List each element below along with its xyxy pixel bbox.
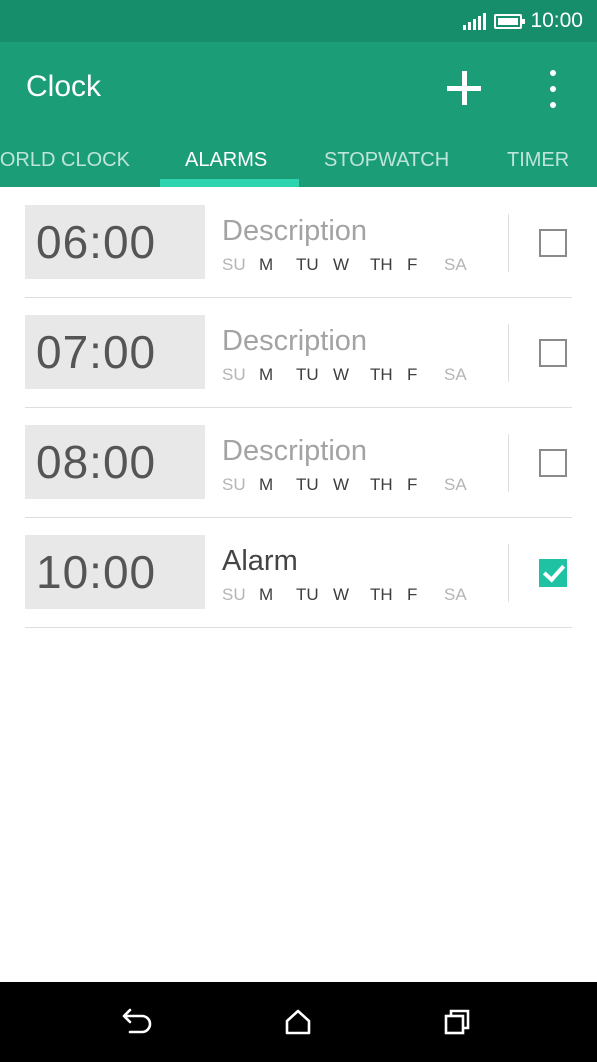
day-label: SU: [222, 585, 246, 604]
alarm-time-box[interactable]: 08:00: [25, 425, 205, 499]
app-bar: Clock: [0, 42, 597, 134]
day-label: F: [407, 365, 418, 384]
day-label: W: [333, 255, 350, 274]
day-label: TU: [296, 475, 319, 494]
alarm-row[interactable]: 10:00 Alarm SU M TU W TH F SA: [25, 518, 572, 628]
status-time: 10:00: [530, 9, 583, 32]
day-label: M: [259, 475, 274, 494]
divider: [508, 434, 509, 492]
day-label: TU: [296, 365, 319, 384]
day-label: TH: [370, 585, 393, 604]
status-bar: 10:00: [0, 0, 597, 42]
day-label: F: [407, 255, 418, 274]
day-label: SA: [444, 475, 467, 494]
battery-icon: [494, 13, 526, 29]
alarm-enable-checkbox[interactable]: [539, 559, 567, 587]
alarm-description[interactable]: Description: [222, 325, 367, 358]
day-label: F: [407, 585, 418, 604]
day-label: SA: [444, 255, 467, 274]
alarm-enable-checkbox[interactable]: [539, 229, 567, 257]
day-label: TU: [296, 255, 319, 274]
back-icon[interactable]: [118, 1002, 158, 1042]
alarm-description[interactable]: Alarm: [222, 545, 298, 578]
day-label: SA: [444, 585, 467, 604]
alarm-time: 07:00: [36, 326, 157, 378]
day-label: M: [259, 585, 274, 604]
add-alarm-button[interactable]: [440, 64, 490, 114]
alarm-row[interactable]: 07:00 Description SU M TU W TH F SA: [25, 298, 572, 408]
home-icon[interactable]: [278, 1002, 318, 1042]
overflow-menu-icon[interactable]: [538, 66, 568, 112]
clock-app-screen: 10:00 Clock WORLD CLOCK ALARMS STOPWATCH…: [0, 0, 597, 1062]
day-label: W: [333, 475, 350, 494]
tab-indicator: [160, 179, 299, 187]
alarm-row[interactable]: 08:00 Description SU M TU W TH F SA: [25, 408, 572, 518]
tab-world-clock[interactable]: WORLD CLOCK: [0, 149, 130, 172]
divider: [508, 324, 509, 382]
alarm-days: SU M TU W TH F SA: [222, 585, 481, 605]
divider: [508, 214, 509, 272]
alarm-days: SU M TU W TH F SA: [222, 365, 481, 385]
tab-bar: WORLD CLOCK ALARMS STOPWATCH TIMER: [0, 134, 597, 187]
day-label: SA: [444, 365, 467, 384]
day-label: TU: [296, 585, 319, 604]
alarm-time-box[interactable]: 10:00: [25, 535, 205, 609]
tab-alarms[interactable]: ALARMS: [185, 149, 267, 172]
alarm-enable-checkbox[interactable]: [539, 339, 567, 367]
tab-stopwatch[interactable]: STOPWATCH: [324, 149, 449, 172]
day-label: TH: [370, 475, 393, 494]
alarm-time-box[interactable]: 07:00: [25, 315, 205, 389]
day-label: SU: [222, 475, 246, 494]
day-label: F: [407, 475, 418, 494]
alarm-description[interactable]: Description: [222, 435, 367, 468]
app-title: Clock: [26, 70, 102, 103]
day-label: SU: [222, 255, 246, 274]
day-label: W: [333, 365, 350, 384]
day-label: M: [259, 365, 274, 384]
alarm-description[interactable]: Description: [222, 215, 367, 248]
signal-icon: [463, 12, 487, 30]
day-label: M: [259, 255, 274, 274]
divider: [508, 544, 509, 602]
day-label: W: [333, 585, 350, 604]
alarm-days: SU M TU W TH F SA: [222, 255, 481, 275]
alarm-time: 10:00: [36, 546, 157, 598]
navigation-bar: [0, 982, 597, 1062]
tab-timer[interactable]: TIMER: [507, 149, 569, 172]
alarm-days: SU M TU W TH F SA: [222, 475, 481, 495]
alarm-row[interactable]: 06:00 Description SU M TU W TH F SA: [25, 188, 572, 298]
alarm-time: 06:00: [36, 216, 157, 268]
alarm-enable-checkbox[interactable]: [539, 449, 567, 477]
recents-icon[interactable]: [437, 1002, 477, 1042]
day-label: TH: [370, 365, 393, 384]
day-label: TH: [370, 255, 393, 274]
alarm-time-box[interactable]: 06:00: [25, 205, 205, 279]
day-label: SU: [222, 365, 246, 384]
alarm-time: 08:00: [36, 436, 157, 488]
